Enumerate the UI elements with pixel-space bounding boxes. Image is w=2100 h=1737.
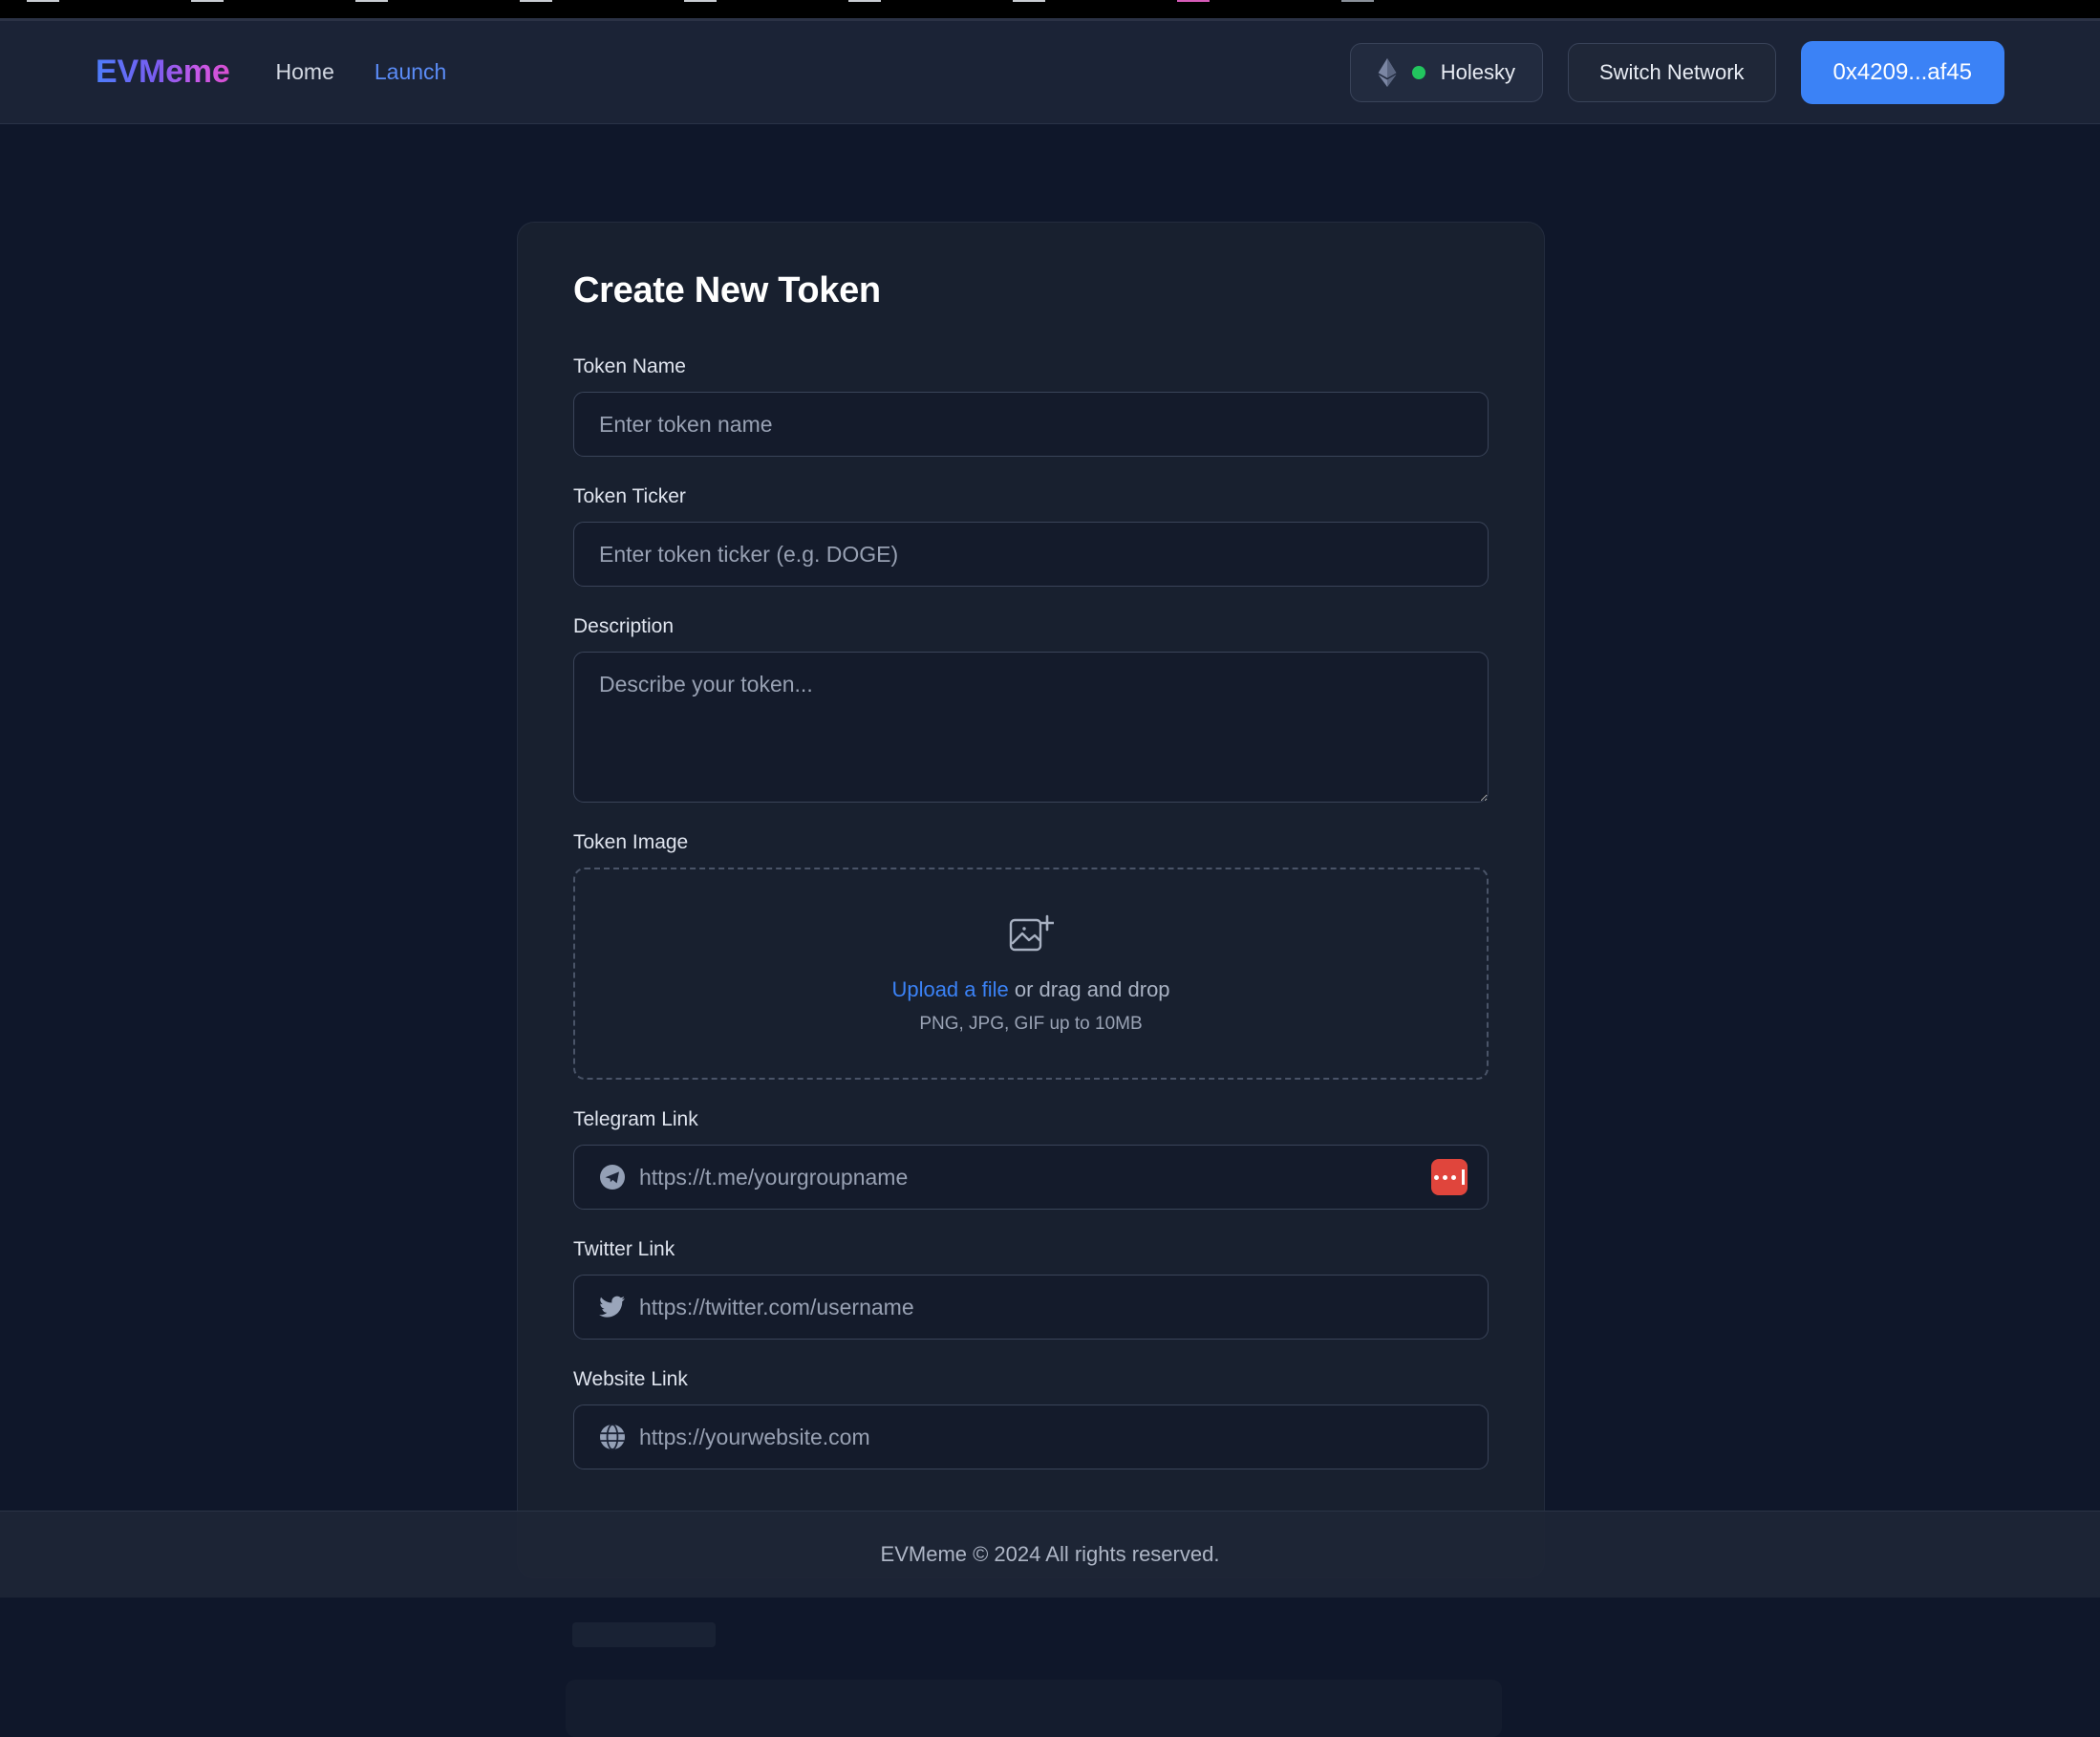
- navbar: EVMeme Home Launch Holesky Switch Networ…: [0, 21, 2100, 124]
- wallet-address-button[interactable]: 0x4209...af45: [1800, 40, 2004, 104]
- browser-chrome-strip: [0, 0, 2100, 21]
- footer: EVMeme © 2024 All rights reserved.: [0, 1511, 2100, 1598]
- pwmgr-dot: [1443, 1174, 1447, 1180]
- nav-link-launch[interactable]: Launch: [375, 59, 446, 85]
- pwmgr-dot: [1434, 1174, 1439, 1180]
- token-name-input[interactable]: [573, 392, 1489, 457]
- field-telegram: Telegram Link: [573, 1108, 1489, 1210]
- browser-tab[interactable]: [848, 0, 881, 2]
- label-website: Website Link: [573, 1368, 688, 1390]
- browser-tab-strip[interactable]: [0, 0, 2100, 8]
- primary-nav: Home Launch: [276, 59, 447, 85]
- browser-tab[interactable]: [1341, 0, 1374, 2]
- token-ticker-input[interactable]: [573, 522, 1489, 587]
- label-token-ticker: Token Ticker: [573, 485, 686, 507]
- nav-link-home[interactable]: Home: [276, 59, 334, 85]
- website-link-input[interactable]: [573, 1405, 1489, 1469]
- browser-tab[interactable]: [1013, 0, 1045, 2]
- dropzone-primary-text: Upload a file or drag and drop: [891, 977, 1169, 1002]
- pwmgr-caret: [1462, 1169, 1465, 1185]
- label-description: Description: [573, 615, 675, 637]
- footer-copyright: EVMeme © 2024 All rights reserved.: [880, 1542, 1220, 1566]
- browser-tab[interactable]: [520, 0, 552, 2]
- field-twitter: Twitter Link: [573, 1238, 1489, 1340]
- label-twitter: Twitter Link: [573, 1238, 675, 1260]
- twitter-input-wrap: [573, 1275, 1489, 1340]
- create-token-card: Create New Token Token Name Token Ticker…: [517, 222, 1545, 1578]
- password-manager-icon[interactable]: [1431, 1159, 1468, 1195]
- website-input-wrap: [573, 1405, 1489, 1469]
- network-name: Holesky: [1440, 59, 1515, 84]
- drag-and-drop-text: or drag and drop: [1008, 976, 1170, 1001]
- telegram-input-wrap: [573, 1145, 1489, 1210]
- browser-tab[interactable]: [684, 0, 717, 2]
- brand-logo[interactable]: EVMeme: [96, 54, 230, 91]
- dropzone-hint: PNG, JPG, GIF up to 10MB: [919, 1013, 1143, 1034]
- ethereum-icon: [1378, 57, 1397, 87]
- field-token-image: Token Image Upload a file or drag and dr…: [573, 831, 1489, 1080]
- navbar-actions: Holesky Switch Network 0x4209...af45: [1349, 40, 2004, 104]
- description-textarea[interactable]: [573, 652, 1489, 803]
- label-token-image: Token Image: [573, 831, 689, 853]
- switch-network-button[interactable]: Switch Network: [1567, 42, 1776, 102]
- label-token-name: Token Name: [573, 355, 686, 377]
- image-add-icon: [1008, 913, 1056, 960]
- token-image-dropzone[interactable]: Upload a file or drag and drop PNG, JPG,…: [573, 868, 1489, 1080]
- network-chip[interactable]: Holesky: [1349, 42, 1543, 102]
- browser-tab[interactable]: [355, 0, 388, 2]
- telegram-link-input[interactable]: [573, 1145, 1489, 1210]
- field-token-name: Token Name: [573, 355, 1489, 457]
- field-description: Description: [573, 615, 1489, 803]
- browser-tab-active[interactable]: [1177, 0, 1210, 2]
- page-content: Create New Token Token Name Token Ticker…: [0, 124, 2100, 1737]
- browser-tab[interactable]: [191, 0, 224, 2]
- page-title: Create New Token: [573, 270, 881, 311]
- twitter-link-input[interactable]: [573, 1275, 1489, 1340]
- online-dot: [1411, 65, 1425, 79]
- upload-a-file-link[interactable]: Upload a file: [891, 977, 1008, 1001]
- browser-tab[interactable]: [27, 0, 59, 2]
- below-fold-label-placeholder: [572, 1622, 716, 1647]
- field-website: Website Link: [573, 1368, 1489, 1469]
- pwmgr-dot: [1451, 1174, 1456, 1180]
- below-fold-field-placeholder: [566, 1680, 1502, 1737]
- label-telegram: Telegram Link: [573, 1108, 698, 1130]
- field-token-ticker: Token Ticker: [573, 485, 1489, 587]
